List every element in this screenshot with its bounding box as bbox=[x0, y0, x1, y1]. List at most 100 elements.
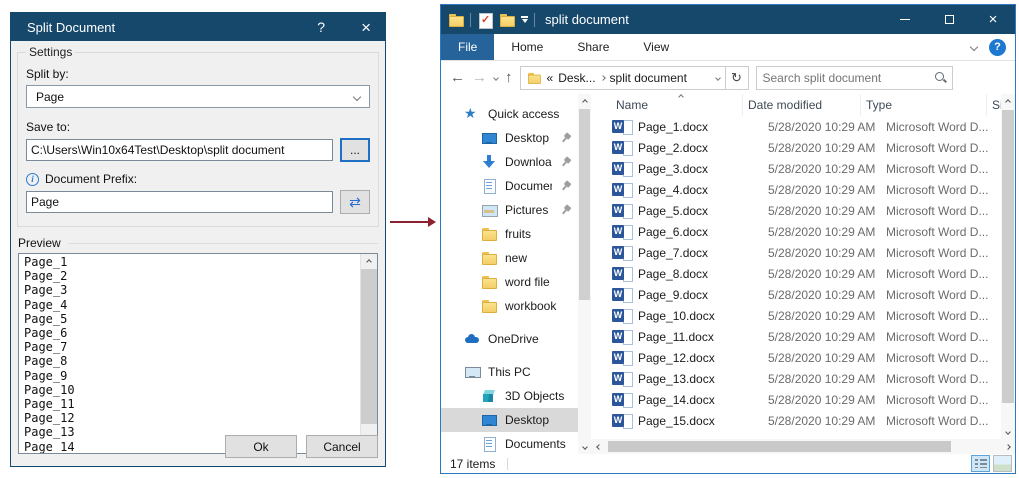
scroll-down-icon[interactable] bbox=[578, 439, 591, 454]
tab-file[interactable]: File bbox=[441, 34, 494, 60]
back-icon[interactable]: ← bbox=[450, 70, 465, 85]
search-box[interactable] bbox=[756, 66, 953, 90]
column-header-name[interactable]: Name bbox=[591, 94, 743, 116]
preview-line[interactable]: Page_6 bbox=[24, 326, 355, 340]
file-list-scrollbar[interactable] bbox=[1001, 94, 1015, 439]
ribbon-expand-icon[interactable] bbox=[970, 43, 978, 51]
sidebar-item-this-pc[interactable]: This PC bbox=[441, 360, 578, 384]
sidebar-item-onedrive[interactable]: OneDrive bbox=[441, 327, 578, 351]
properties-check-icon[interactable] bbox=[477, 12, 493, 28]
file-row[interactable]: Page_8.docx5/28/2020 10:29 AMMicrosoft W… bbox=[591, 263, 1015, 284]
file-row[interactable]: Page_1.docx5/28/2020 10:29 AMMicrosoft W… bbox=[591, 116, 1015, 137]
forward-icon[interactable]: → bbox=[472, 70, 487, 85]
qat-dropdown-icon[interactable] bbox=[521, 16, 528, 23]
cancel-button[interactable]: Cancel bbox=[306, 435, 378, 458]
search-input[interactable] bbox=[757, 71, 934, 85]
breadcrumb-current[interactable]: split document bbox=[610, 71, 687, 85]
preview-scrollbar[interactable] bbox=[360, 254, 377, 453]
breadcrumb-overflow[interactable]: « bbox=[547, 71, 554, 85]
preview-line[interactable]: Page_7 bbox=[24, 340, 355, 354]
sidebar-item-desktop[interactable]: Desktop bbox=[441, 126, 578, 150]
column-header-date-modified[interactable]: Date modified bbox=[743, 94, 861, 116]
navigation-pane: Quick accessDesktopDownloadsDocumentsPic… bbox=[441, 94, 578, 454]
file-row[interactable]: Page_10.docx5/28/2020 10:29 AMMicrosoft … bbox=[591, 305, 1015, 326]
preview-line[interactable]: Page_9 bbox=[24, 369, 355, 383]
dialog-help-button[interactable]: ? bbox=[317, 19, 325, 35]
sidebar-item-desktop[interactable]: Desktop bbox=[441, 408, 578, 432]
file-row[interactable]: Page_7.docx5/28/2020 10:29 AMMicrosoft W… bbox=[591, 242, 1015, 263]
recent-locations-icon[interactable] bbox=[493, 75, 499, 81]
file-row[interactable]: Page_11.docx5/28/2020 10:29 AMMicrosoft … bbox=[591, 326, 1015, 347]
scroll-up-icon[interactable] bbox=[361, 254, 377, 269]
horizontal-scroll-thumb[interactable] bbox=[608, 441, 951, 452]
scroll-down-icon[interactable] bbox=[1001, 424, 1015, 439]
tab-share[interactable]: Share bbox=[560, 34, 626, 60]
tab-view[interactable]: View bbox=[626, 34, 686, 60]
ok-button[interactable]: Ok bbox=[225, 435, 297, 458]
column-header-type[interactable]: Type bbox=[861, 94, 987, 116]
preview-line[interactable]: Page_5 bbox=[24, 312, 355, 326]
breadcrumb-parent[interactable]: Desk... bbox=[558, 71, 595, 85]
minimize-button[interactable] bbox=[883, 5, 927, 34]
sidebar-item-documents[interactable]: Documents bbox=[441, 432, 578, 454]
preview-line[interactable]: Page_3 bbox=[24, 283, 355, 297]
save-to-input[interactable] bbox=[26, 139, 333, 161]
file-row[interactable]: Page_3.docx5/28/2020 10:29 AMMicrosoft W… bbox=[591, 158, 1015, 179]
help-icon[interactable]: ? bbox=[989, 39, 1006, 56]
sidebar-item-workbook[interactable]: workbook bbox=[441, 294, 578, 318]
large-icons-view-icon[interactable] bbox=[993, 455, 1012, 472]
sidebar-item-downloads[interactable]: Downloads bbox=[441, 150, 578, 174]
navpane-scroll-thumb[interactable] bbox=[579, 109, 590, 300]
sidebar-item-quick-access[interactable]: Quick access bbox=[441, 102, 578, 126]
new-folder-icon[interactable] bbox=[499, 12, 515, 28]
sidebar-item-3d-objects[interactable]: 3D Objects bbox=[441, 384, 578, 408]
sidebar-item-new[interactable]: new bbox=[441, 246, 578, 270]
up-icon[interactable]: ↑ bbox=[505, 70, 513, 85]
preview-line[interactable]: Page_2 bbox=[24, 269, 355, 283]
tab-home[interactable]: Home bbox=[494, 34, 560, 60]
refresh-prefix-button[interactable]: ⇄ bbox=[340, 190, 370, 214]
address-bar[interactable]: « Desk... split document ↻ bbox=[520, 66, 749, 90]
document-prefix-input[interactable] bbox=[26, 191, 333, 213]
refresh-icon[interactable]: ↻ bbox=[726, 66, 749, 90]
scroll-up-icon[interactable] bbox=[1001, 94, 1015, 109]
breadcrumb-separator-icon bbox=[600, 75, 606, 81]
horizontal-scrollbar[interactable] bbox=[591, 439, 1015, 454]
file-row[interactable]: Page_9.docx5/28/2020 10:29 AMMicrosoft W… bbox=[591, 284, 1015, 305]
sidebar-item-documents[interactable]: Documents bbox=[441, 174, 578, 198]
file-row[interactable]: Page_2.docx5/28/2020 10:29 AMMicrosoft W… bbox=[591, 137, 1015, 158]
preview-line[interactable]: Page_12 bbox=[24, 411, 355, 425]
preview-line[interactable]: Page_1 bbox=[24, 255, 355, 269]
scroll-left-icon[interactable] bbox=[591, 439, 606, 454]
file-row[interactable]: Page_15.docx5/28/2020 10:29 AMMicrosoft … bbox=[591, 410, 1015, 431]
sidebar-item-fruits[interactable]: fruits bbox=[441, 222, 578, 246]
preview-line[interactable]: Page_4 bbox=[24, 298, 355, 312]
navpane-scrollbar[interactable] bbox=[578, 94, 591, 454]
browse-button[interactable]: ... bbox=[340, 138, 370, 162]
file-row[interactable]: Page_14.docx5/28/2020 10:29 AMMicrosoft … bbox=[591, 389, 1015, 410]
address-dropdown-icon[interactable] bbox=[715, 75, 721, 81]
preview-scroll-thumb[interactable] bbox=[361, 269, 377, 424]
file-type: Microsoft Word D... bbox=[881, 330, 1007, 344]
sidebar-item-pictures[interactable]: Pictures bbox=[441, 198, 578, 222]
file-row[interactable]: Page_4.docx5/28/2020 10:29 AMMicrosoft W… bbox=[591, 179, 1015, 200]
dialog-close-icon[interactable]: × bbox=[361, 19, 371, 36]
sidebar-item-word-file[interactable]: word file bbox=[441, 270, 578, 294]
preview-line[interactable]: Page_8 bbox=[24, 354, 355, 368]
file-row[interactable]: Page_6.docx5/28/2020 10:29 AMMicrosoft W… bbox=[591, 221, 1015, 242]
scroll-up-icon[interactable] bbox=[578, 94, 591, 109]
file-row[interactable]: Page_12.docx5/28/2020 10:29 AMMicrosoft … bbox=[591, 347, 1015, 368]
file-row[interactable]: Page_5.docx5/28/2020 10:29 AMMicrosoft W… bbox=[591, 200, 1015, 221]
preview-line[interactable]: Page_10 bbox=[24, 383, 355, 397]
details-view-icon[interactable] bbox=[971, 455, 990, 472]
file-row[interactable]: Page_13.docx5/28/2020 10:29 AMMicrosoft … bbox=[591, 368, 1015, 389]
search-icon[interactable] bbox=[934, 71, 947, 84]
scroll-right-icon[interactable] bbox=[1000, 439, 1015, 454]
preview-scroll-track[interactable] bbox=[361, 269, 377, 438]
maximize-button[interactable] bbox=[927, 5, 971, 34]
split-by-dropdown[interactable]: Page bbox=[26, 85, 370, 108]
cube-icon bbox=[481, 388, 497, 404]
preview-line[interactable]: Page_11 bbox=[24, 397, 355, 411]
file-scroll-thumb[interactable] bbox=[1002, 110, 1014, 403]
close-button[interactable]: × bbox=[971, 5, 1015, 34]
